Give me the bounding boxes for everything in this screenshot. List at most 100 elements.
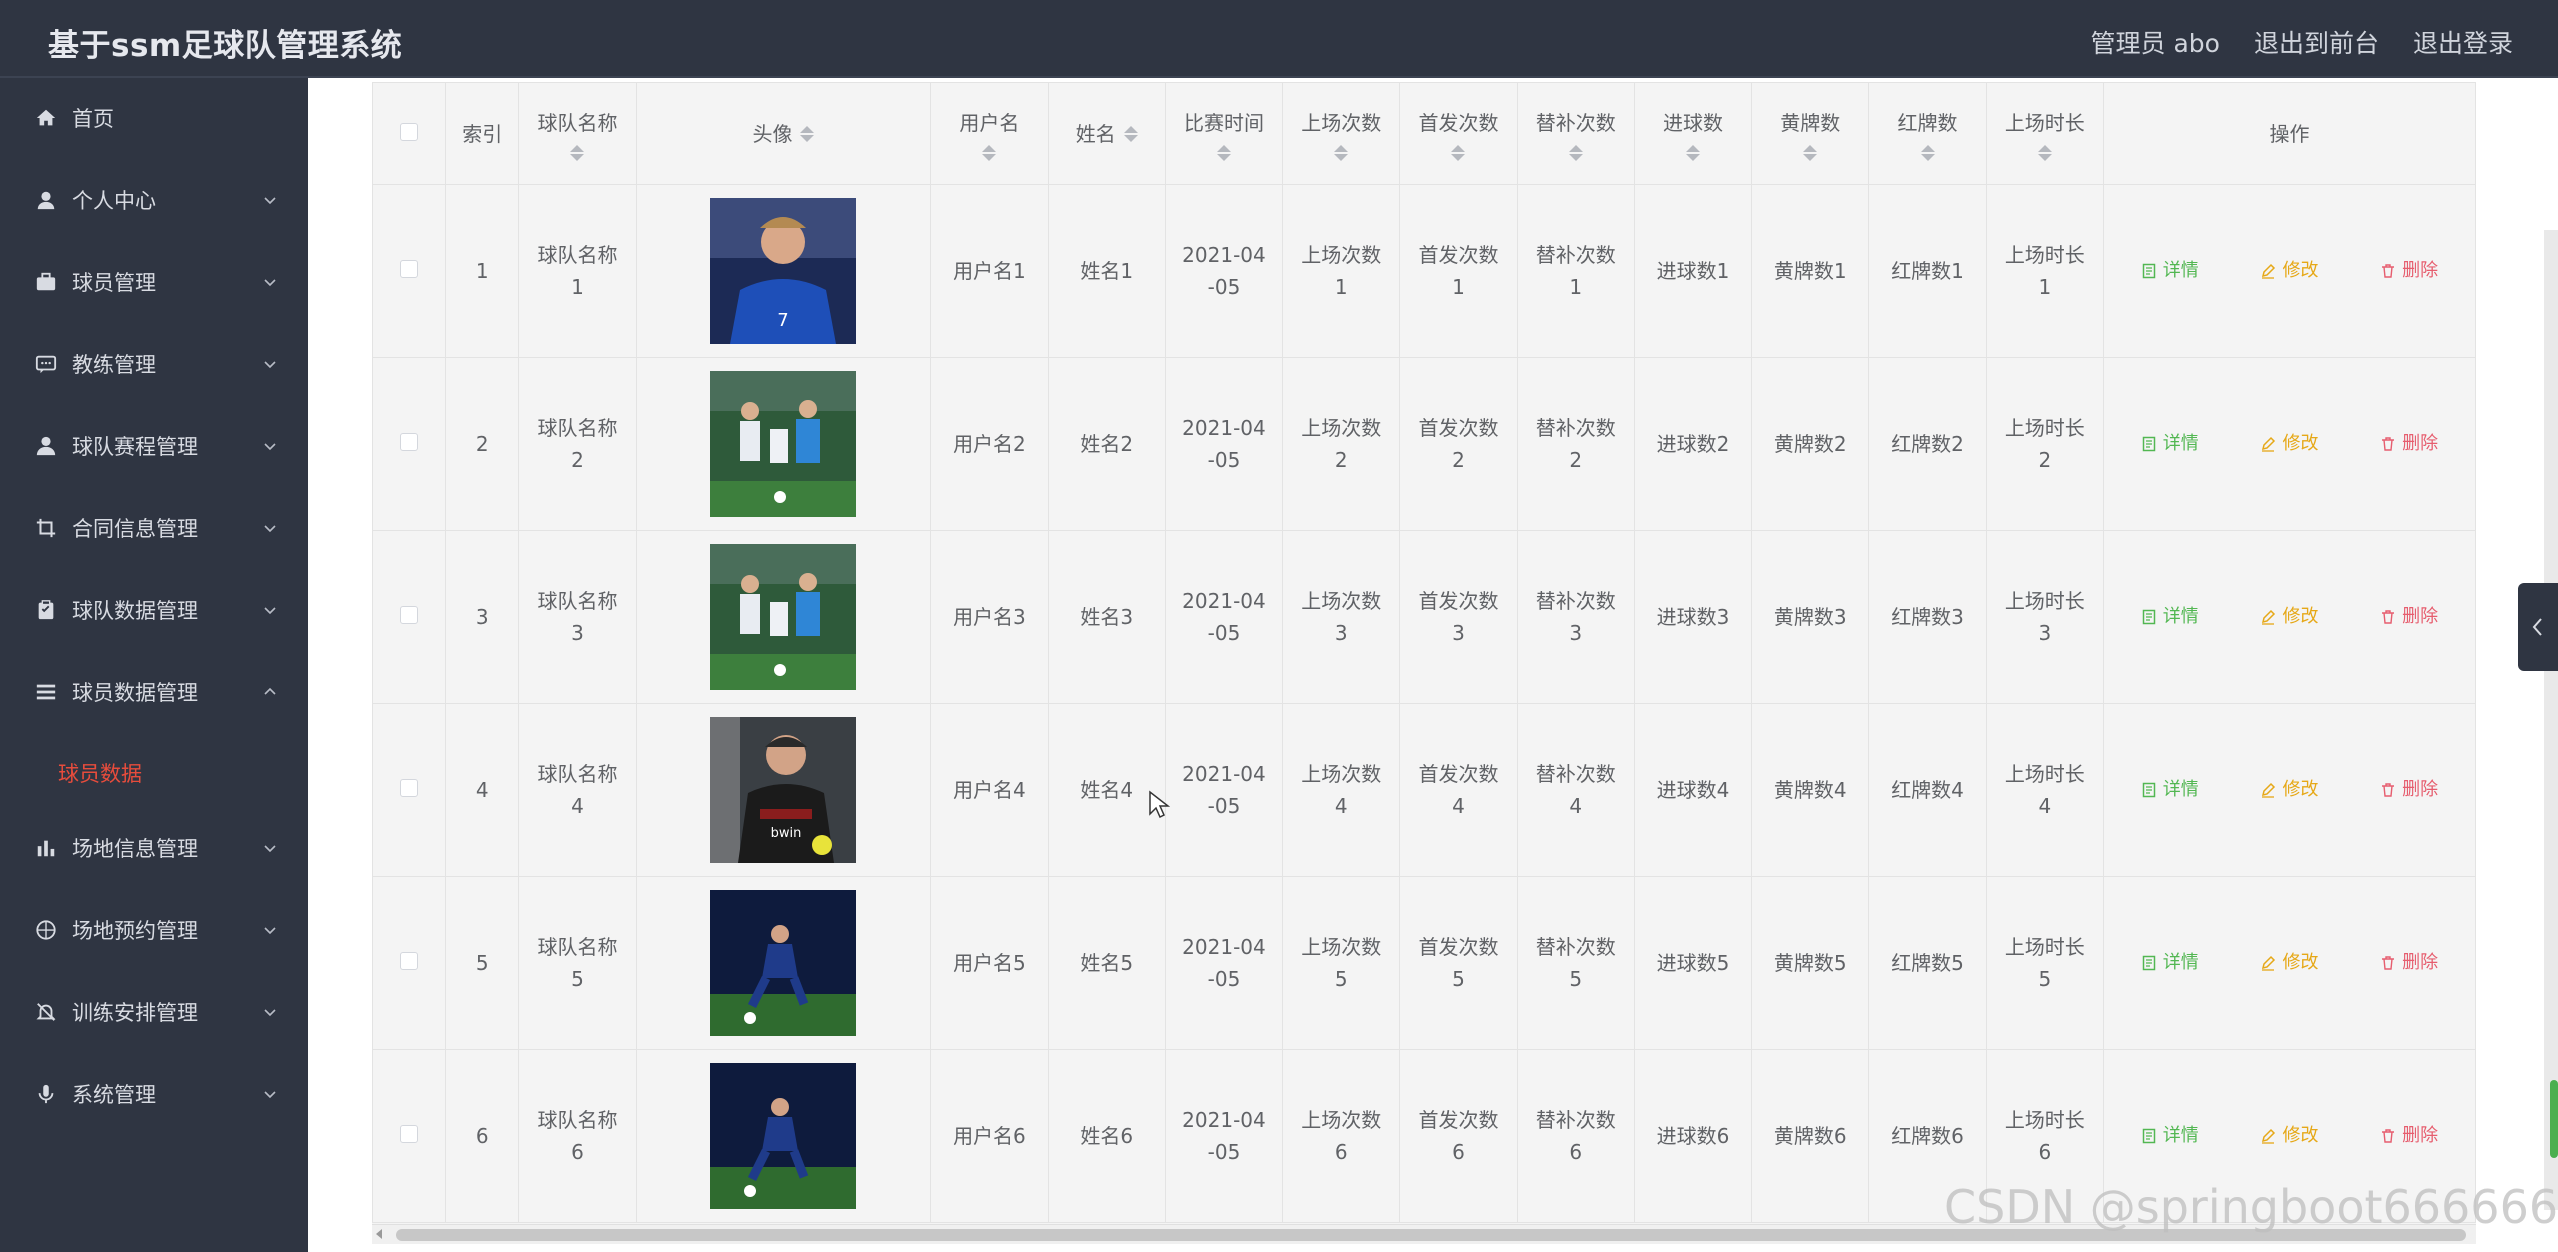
edit-button[interactable]: 修改 — [2250, 1114, 2328, 1158]
player-avatar-image — [710, 371, 857, 517]
admin-user-label[interactable]: 管理员 abo — [2091, 24, 2220, 60]
sort-icon[interactable] — [982, 144, 997, 161]
trash-icon — [2382, 1129, 2395, 1143]
delete-button[interactable]: 删除 — [2370, 422, 2448, 466]
cell-name: 姓名5 — [1047, 876, 1166, 1050]
header-yellow[interactable]: 黄牌数 — [1751, 82, 1870, 185]
header-team-name[interactable]: 球队名称 — [518, 82, 637, 185]
header-subs[interactable]: 替补次数 — [1516, 82, 1635, 185]
header-avatar[interactable]: 头像 — [635, 82, 932, 185]
header-minutes[interactable]: 上场时长 — [1985, 82, 2104, 185]
sort-icon[interactable] — [1123, 125, 1138, 142]
sort-icon[interactable] — [1568, 144, 1583, 161]
detail-button[interactable]: 详情 — [2131, 941, 2209, 985]
edit-button[interactable]: 修改 — [2250, 595, 2328, 639]
header-goals[interactable]: 进球数 — [1633, 82, 1753, 185]
person-icon — [34, 434, 58, 458]
select-all-checkbox[interactable] — [400, 122, 419, 141]
sort-icon[interactable] — [1451, 144, 1466, 161]
row-checkbox[interactable] — [400, 952, 419, 970]
edit-button[interactable]: 修改 — [2250, 768, 2328, 812]
delete-button[interactable]: 删除 — [2370, 249, 2448, 293]
cell-yellow: 黄牌数2 — [1751, 357, 1870, 531]
sort-icon[interactable] — [1334, 144, 1349, 161]
logout-link[interactable]: 退出登录 — [2413, 24, 2513, 60]
detail-button[interactable]: 详情 — [2131, 422, 2209, 466]
row-checkbox[interactable] — [400, 433, 419, 451]
delete-button[interactable]: 删除 — [2370, 595, 2448, 639]
sidebar-item-label: 球队数据管理 — [72, 599, 198, 623]
detail-button[interactable]: 详情 — [2131, 1114, 2209, 1158]
sort-icon[interactable] — [1686, 144, 1701, 161]
sidebar-item-schedule-management[interactable]: 球队赛程管理 — [0, 416, 308, 476]
player-avatar-image: bwin — [710, 717, 857, 863]
header-appearances[interactable]: 上场次数 — [1282, 82, 1401, 185]
table-row: 5 球队名称 5 用户名5 姓名5 2021-04 -05 上场次数 5 首发次数 5 替补次数 5 进球… — [372, 876, 2476, 1050]
edit-button[interactable]: 修改 — [2250, 941, 2328, 985]
header-match-time[interactable]: 比赛时间 — [1164, 82, 1284, 185]
sort-icon[interactable] — [1216, 144, 1231, 161]
sidebar-item-personal-center[interactable]: 个人中心 — [0, 170, 308, 230]
row-checkbox[interactable] — [400, 1125, 419, 1143]
cell-index: 2 — [445, 357, 520, 531]
sidebar-item-system-management[interactable]: 系统管理 — [0, 1064, 308, 1124]
sidebar-subitem-player-data[interactable]: 球员数据 — [58, 758, 142, 788]
row-select[interactable] — [372, 1049, 447, 1223]
sidebar-item-player-management[interactable]: 球员管理 — [0, 252, 308, 312]
cell-operations: 详情 修改 删除 — [2102, 530, 2476, 704]
sidebar-item-player-data-management[interactable]: 球员数据管理 — [0, 662, 308, 722]
sidebar-item-label: 合同信息管理 — [72, 517, 198, 541]
cell-goals: 进球数5 — [1633, 876, 1753, 1050]
table-row: 2 球队名称 2 用户名2 姓名2 2021-04 -05 上场次数 2 首发次数 2 替补次数 2 进球… — [372, 357, 2476, 531]
bell-off-icon — [34, 1000, 58, 1024]
delete-button[interactable]: 删除 — [2370, 1114, 2448, 1158]
sidebar-item-home[interactable]: 首页 — [0, 88, 308, 148]
row-select[interactable] — [372, 357, 447, 531]
row-checkbox[interactable] — [400, 606, 419, 624]
detail-button[interactable]: 详情 — [2131, 768, 2209, 812]
svg-text:bwin: bwin — [771, 826, 802, 841]
sidebar-item-coach-management[interactable]: 教练管理 — [0, 334, 308, 394]
header-username[interactable]: 用户名 — [930, 82, 1049, 185]
delete-button[interactable]: 删除 — [2370, 941, 2448, 985]
row-select[interactable] — [372, 184, 447, 358]
cell-minutes: 上场时长 2 — [1985, 357, 2104, 531]
sidebar-item-contract-management[interactable]: 合同信息管理 — [0, 498, 308, 558]
row-select[interactable] — [372, 876, 447, 1050]
chevron-down-icon — [264, 443, 276, 451]
cell-minutes: 上场时长 1 — [1985, 184, 2104, 358]
sort-icon[interactable] — [1803, 144, 1818, 161]
player-avatar-image: 7 — [710, 198, 857, 344]
cell-match-time: 2021-04 -05 — [1164, 703, 1284, 877]
cell-appearances: 上场次数 5 — [1282, 876, 1401, 1050]
row-checkbox[interactable] — [400, 260, 419, 278]
sidebar-item-training-management[interactable]: 训练安排管理 — [0, 982, 308, 1042]
delete-button[interactable]: 删除 — [2370, 768, 2448, 812]
row-checkbox[interactable] — [400, 779, 419, 797]
row-select[interactable] — [372, 530, 447, 704]
cell-appearances: 上场次数 3 — [1282, 530, 1401, 704]
sidebar-item-venue-booking-management[interactable]: 场地预约管理 — [0, 900, 308, 960]
sort-icon[interactable] — [800, 125, 815, 142]
cell-yellow: 黄牌数6 — [1751, 1049, 1870, 1223]
cell-index: 4 — [445, 703, 520, 877]
sort-icon[interactable] — [570, 144, 585, 161]
header-red[interactable]: 红牌数 — [1868, 82, 1987, 185]
header-starts[interactable]: 首发次数 — [1399, 82, 1518, 185]
header-name[interactable]: 姓名 — [1047, 82, 1166, 185]
detail-button[interactable]: 详情 — [2131, 249, 2209, 293]
sort-icon[interactable] — [2037, 144, 2052, 161]
row-select[interactable] — [372, 703, 447, 877]
sidebar-item-venue-info-management[interactable]: 场地信息管理 — [0, 818, 308, 878]
scroll-left-icon[interactable] — [376, 1229, 382, 1239]
detail-button[interactable]: 详情 — [2131, 595, 2209, 639]
sidebar-item-team-data-management[interactable]: 球队数据管理 — [0, 580, 308, 640]
edit-button[interactable]: 修改 — [2250, 249, 2328, 293]
header-select-all[interactable] — [372, 82, 447, 185]
cell-match-time: 2021-04 -05 — [1164, 530, 1284, 704]
edit-button[interactable]: 修改 — [2250, 422, 2328, 466]
side-panel-toggle[interactable] — [2518, 583, 2558, 671]
exit-to-front-link[interactable]: 退出到前台 — [2254, 24, 2379, 60]
sort-icon[interactable] — [1920, 144, 1935, 161]
vertical-scrollbar[interactable] — [2544, 230, 2558, 1210]
